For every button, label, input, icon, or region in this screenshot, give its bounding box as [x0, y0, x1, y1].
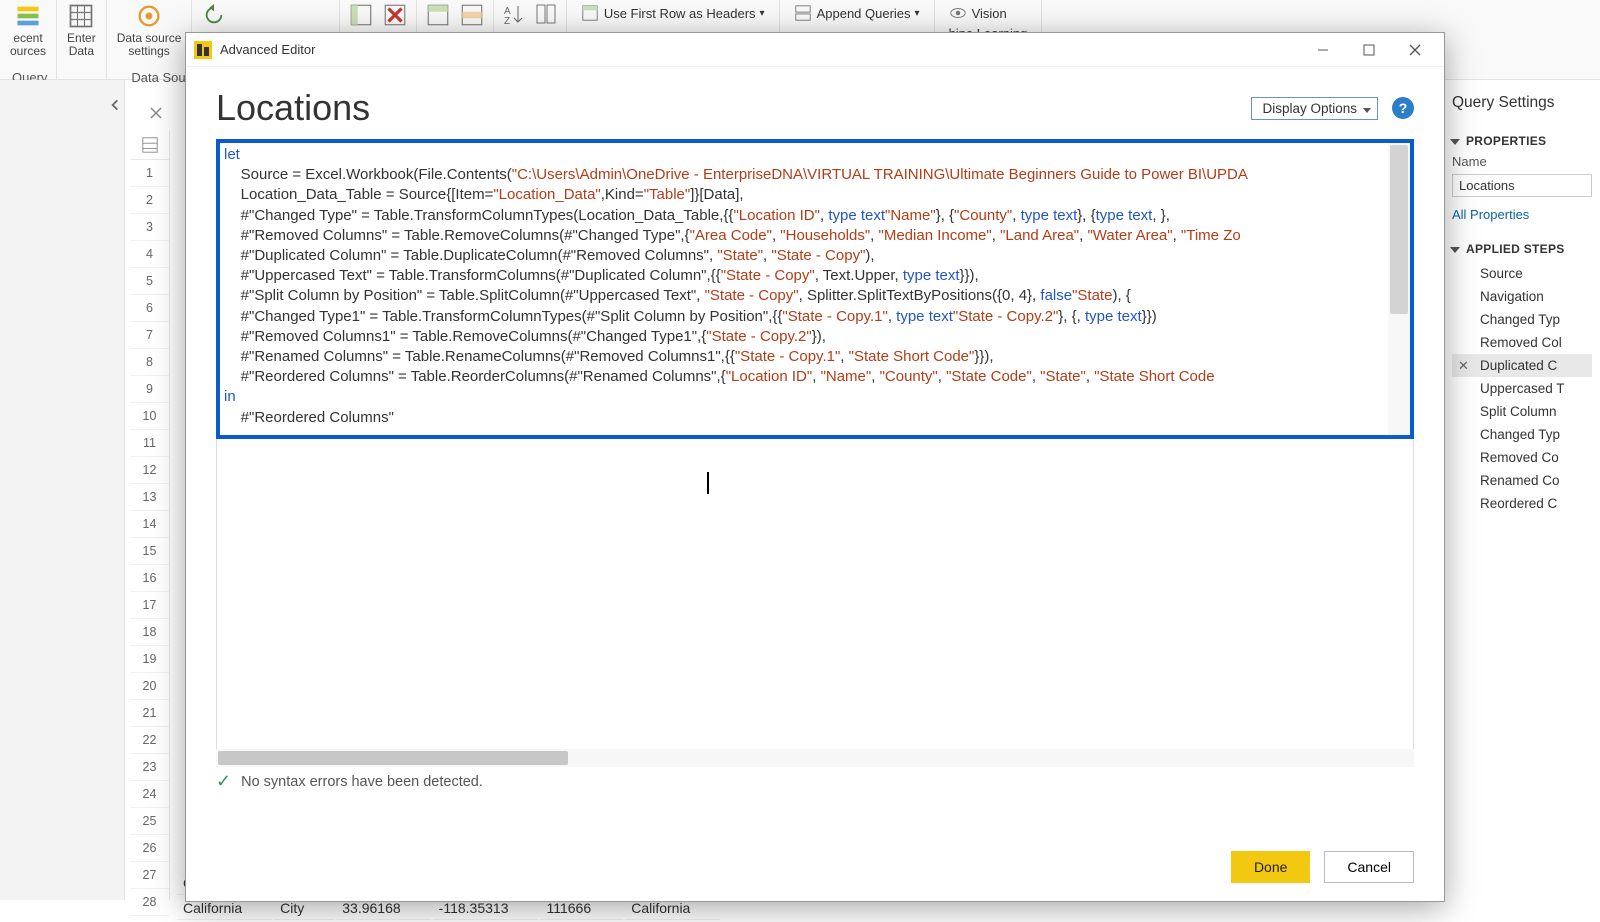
formula-bar-area: [148, 105, 164, 121]
cancel-button[interactable]: Cancel: [1324, 851, 1414, 883]
sort-icon[interactable]: AZ: [502, 2, 526, 26]
row-number[interactable]: 19: [130, 646, 169, 673]
remove-rows-icon[interactable]: [459, 2, 485, 28]
row-number[interactable]: 2: [130, 187, 169, 214]
grid-row-gutter: 1234567891011121314151617181920212223242…: [130, 130, 170, 900]
row-number[interactable]: 15: [130, 538, 169, 565]
code-editor[interactable]: let Source = Excel.Workbook(File.Content…: [216, 139, 1414, 439]
syntax-status: ✓ No syntax errors have been detected.: [216, 771, 1414, 792]
row-number[interactable]: 20: [130, 673, 169, 700]
close-button[interactable]: [1392, 34, 1438, 66]
query-settings-panel: Query Settings PROPERTIES Name All Prope…: [1435, 80, 1600, 900]
dialog-titlebar[interactable]: Advanced Editor: [186, 33, 1444, 67]
applied-step[interactable]: Changed Typ: [1452, 423, 1592, 446]
delete-step-icon[interactable]: ✕: [1458, 358, 1469, 374]
properties-section-header[interactable]: PROPERTIES: [1452, 134, 1592, 148]
all-properties-link[interactable]: All Properties: [1452, 207, 1592, 222]
enter-data-icon: [67, 2, 95, 30]
recent-sources-icon: [14, 2, 42, 30]
queries-panel: [0, 80, 125, 900]
applied-step[interactable]: Uppercased T: [1452, 377, 1592, 400]
applied-step[interactable]: Navigation: [1452, 285, 1592, 308]
row-number[interactable]: 4: [130, 241, 169, 268]
applied-step[interactable]: Changed Typ: [1452, 308, 1592, 331]
row-number[interactable]: 8: [130, 349, 169, 376]
checkmark-icon: ✓: [216, 771, 231, 792]
row-number[interactable]: 16: [130, 565, 169, 592]
choose-columns-icon[interactable]: [348, 2, 374, 28]
minimize-button[interactable]: [1300, 34, 1346, 66]
horizontal-scrollbar[interactable]: [216, 749, 1414, 767]
advanced-editor-dialog: Advanced Editor Locations Display Option…: [185, 32, 1445, 902]
applied-steps-header[interactable]: APPLIED STEPS: [1452, 242, 1592, 256]
row-number[interactable]: 1: [130, 160, 169, 187]
applied-step[interactable]: Source: [1452, 262, 1592, 285]
applied-step[interactable]: Renamed Co: [1452, 469, 1592, 492]
chevron-down-icon: ▾: [760, 8, 765, 19]
applied-step[interactable]: ✕Duplicated C: [1452, 354, 1592, 377]
applied-step[interactable]: Split Column: [1452, 400, 1592, 423]
chevron-down-icon: ▾: [915, 8, 920, 19]
powerbi-icon: [194, 41, 212, 59]
applied-steps-list: SourceNavigationChanged TypRemoved Col✕D…: [1452, 262, 1592, 515]
query-heading: Locations: [216, 87, 370, 129]
row-number[interactable]: 26: [130, 835, 169, 862]
grid-corner-icon[interactable]: [130, 130, 169, 160]
code-text[interactable]: let Source = Excel.Workbook(File.Content…: [220, 143, 1388, 435]
vertical-scrollbar[interactable]: [1388, 143, 1410, 435]
help-icon[interactable]: ?: [1392, 97, 1414, 119]
refresh-icon: [200, 4, 228, 26]
query-settings-title: Query Settings: [1452, 94, 1592, 112]
row-number[interactable]: 3: [130, 214, 169, 241]
eye-icon: [949, 4, 967, 22]
row-number[interactable]: 21: [130, 700, 169, 727]
dialog-title: Advanced Editor: [220, 42, 1300, 57]
query-name-input[interactable]: [1452, 174, 1592, 197]
row-number[interactable]: 13: [130, 484, 169, 511]
gear-icon: [135, 2, 163, 30]
row-number[interactable]: 11: [130, 430, 169, 457]
headers-icon: [581, 4, 599, 22]
split-column-icon[interactable]: [534, 2, 558, 26]
row-number[interactable]: 17: [130, 592, 169, 619]
row-number[interactable]: 22: [130, 727, 169, 754]
close-icon[interactable]: [148, 105, 164, 121]
code-editor-empty-area[interactable]: [216, 439, 1414, 749]
done-button[interactable]: Done: [1231, 851, 1310, 883]
applied-step[interactable]: Removed Col: [1452, 331, 1592, 354]
display-options-dropdown[interactable]: Display Options: [1251, 97, 1378, 120]
svg-text:Z: Z: [504, 16, 510, 26]
ribbon-vision[interactable]: Vision: [943, 2, 1013, 24]
append-icon: [794, 4, 812, 22]
keep-rows-icon[interactable]: [425, 2, 451, 28]
row-number[interactable]: 5: [130, 268, 169, 295]
row-number[interactable]: 25: [130, 808, 169, 835]
row-number[interactable]: 18: [130, 619, 169, 646]
row-number[interactable]: 27: [130, 862, 169, 889]
applied-step[interactable]: Reordered C: [1452, 492, 1592, 515]
applied-step[interactable]: Removed Co: [1452, 446, 1592, 469]
row-number[interactable]: 14: [130, 511, 169, 538]
row-number[interactable]: 12: [130, 457, 169, 484]
ribbon-use-first-row[interactable]: Use First Row as Headers ▾: [575, 2, 771, 24]
collapse-queries-icon[interactable]: [105, 90, 125, 120]
row-number[interactable]: 28: [130, 889, 169, 916]
text-cursor: [707, 472, 709, 494]
maximize-button[interactable]: [1346, 34, 1392, 66]
row-number[interactable]: 10: [130, 403, 169, 430]
ribbon-refresh[interactable]: [194, 2, 239, 28]
row-number[interactable]: 6: [130, 295, 169, 322]
row-number[interactable]: 23: [130, 754, 169, 781]
ribbon-append-queries[interactable]: Append Queries ▾: [788, 2, 926, 24]
name-label: Name: [1452, 154, 1592, 169]
row-number[interactable]: 7: [130, 322, 169, 349]
row-number[interactable]: 9: [130, 376, 169, 403]
row-number[interactable]: 24: [130, 781, 169, 808]
remove-columns-icon[interactable]: [382, 2, 408, 28]
